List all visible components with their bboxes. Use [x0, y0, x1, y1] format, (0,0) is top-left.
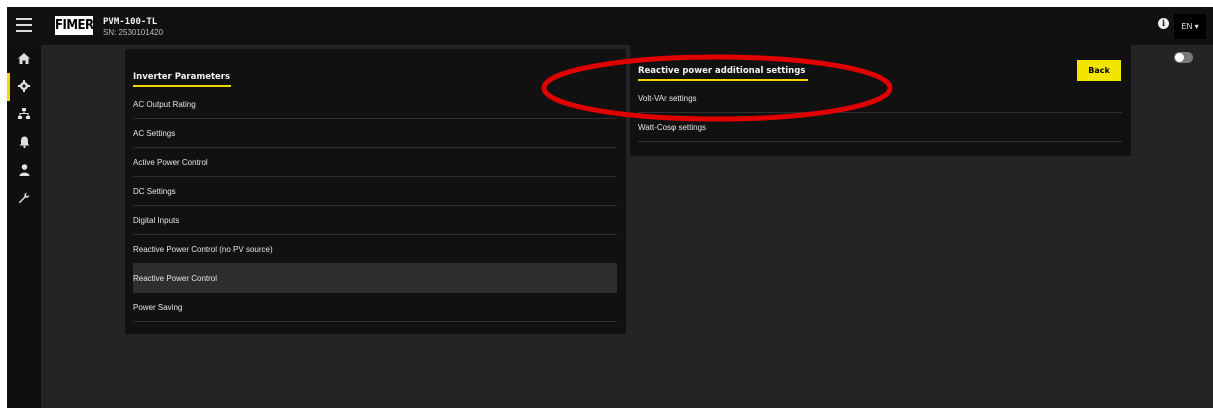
list-item-volt-var-settings[interactable]: Volt-VAr settings — [638, 84, 1122, 113]
list-item-ac-output-rating[interactable]: AC Output Rating — [133, 90, 617, 119]
title-underline — [638, 79, 808, 81]
language-label: EN — [1181, 22, 1193, 31]
fimer-logo: FIMER — [55, 16, 94, 35]
menu-icon[interactable] — [16, 18, 32, 32]
list-item-ac-settings[interactable]: AC Settings — [133, 119, 617, 148]
gear-icon[interactable] — [17, 79, 31, 93]
list-item-label: AC Settings — [133, 129, 176, 138]
list-item-label: Watt-Cosφ settings — [638, 123, 707, 132]
sidebar — [7, 45, 41, 408]
list-item-reactive-power-control-no-pv[interactable]: Reactive Power Control (no PV source) — [133, 235, 617, 264]
panel-title: Reactive power additional settings — [638, 66, 808, 81]
list-item-label: Reactive Power Control — [133, 274, 218, 283]
inverter-parameters-title: Inverter Parameters — [133, 72, 231, 82]
panel-title: Inverter Parameters — [133, 72, 231, 87]
app-window: FIMER PVM-100-TL SN: 2530101420 i EN ▾ I… — [7, 7, 1213, 408]
language-selector[interactable]: EN ▾ — [1174, 14, 1206, 39]
list-item-reactive-power-control[interactable]: Reactive Power Control — [133, 264, 617, 293]
back-button[interactable]: Back — [1077, 60, 1121, 81]
list-item-label: Volt-VAr settings — [638, 94, 697, 103]
active-indicator — [7, 73, 10, 101]
list-item-dc-settings[interactable]: DC Settings — [133, 177, 617, 206]
home-icon[interactable] — [17, 51, 31, 65]
list-item-active-power-control[interactable]: Active Power Control — [133, 148, 617, 177]
list-item-power-saving[interactable]: Power Saving — [133, 293, 617, 322]
list-item-label: AC Output Rating — [133, 100, 196, 109]
chevron-down-icon: ▾ — [1194, 22, 1199, 31]
list-item-label: Reactive Power Control (no PV source) — [133, 245, 273, 254]
device-info: PVM-100-TL SN: 2530101420 — [103, 18, 163, 37]
list-item-label: DC Settings — [133, 187, 176, 196]
info-icon[interactable]: i — [1158, 18, 1169, 29]
bell-icon[interactable] — [17, 135, 31, 149]
dark-mode-toggle[interactable] — [1174, 52, 1193, 63]
list-item-label: Active Power Control — [133, 158, 208, 167]
wrench-icon[interactable] — [17, 191, 31, 205]
top-bar: FIMER PVM-100-TL SN: 2530101420 i EN ▾ — [7, 7, 1213, 45]
title-underline — [133, 85, 231, 87]
reactive-power-additional-settings-panel: Reactive power additional settings Back … — [630, 43, 1131, 156]
reactive-power-additional-settings-title: Reactive power additional settings — [638, 66, 806, 76]
list-item-digital-inputs[interactable]: Digital Inputs — [133, 206, 617, 235]
device-model: PVM-100-TL — [103, 17, 158, 27]
list-item-label: Digital Inputs — [133, 216, 180, 225]
inverter-parameters-panel: Inverter Parameters AC Output Rating AC … — [125, 49, 626, 334]
device-serial: SN: 2530101420 — [103, 28, 164, 37]
toggle-knob — [1175, 53, 1184, 62]
network-icon[interactable] — [17, 107, 31, 121]
list-item-label: Power Saving — [133, 303, 183, 312]
user-icon[interactable] — [17, 163, 31, 177]
list-item-watt-cosphi-settings[interactable]: Watt-Cosφ settings — [638, 113, 1122, 142]
